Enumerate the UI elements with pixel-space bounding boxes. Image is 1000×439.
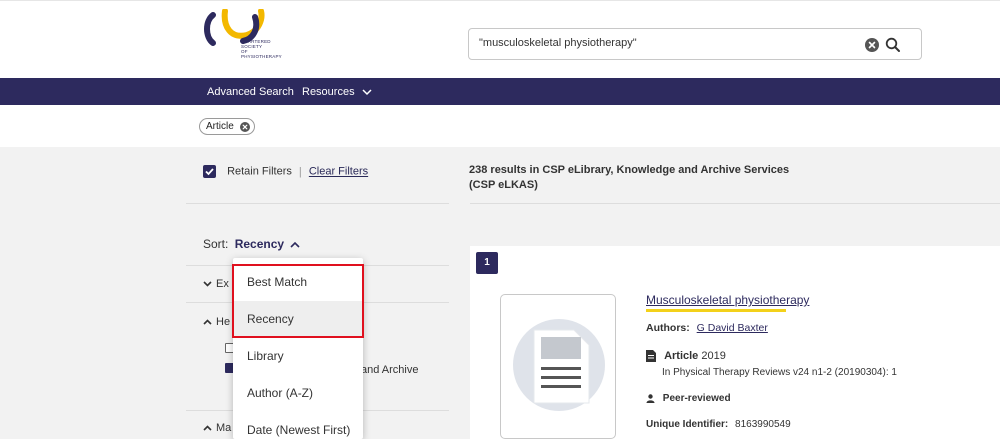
uid-value: 8163990549: [735, 419, 791, 430]
csp-logo[interactable]: CHARTERED SOCIETY OF PHYSIOTHERAPY: [203, 8, 313, 75]
retain-filters-checkbox[interactable]: [203, 165, 216, 178]
facet-header[interactable]: Ma: [203, 422, 231, 434]
divider: [470, 203, 1000, 204]
nav-advanced-search[interactable]: Advanced Search: [207, 86, 294, 98]
chevron-up-icon: [203, 319, 212, 325]
site-header: CHARTERED SOCIETY OF PHYSIOTHERAPY: [0, 0, 1000, 78]
retain-filters-label: Retain Filters: [227, 165, 292, 178]
chevron-up-icon: [203, 425, 212, 431]
chevron-down-icon: [362, 89, 372, 96]
document-icon: [513, 319, 605, 411]
divider: [186, 203, 449, 204]
check-icon: [205, 168, 214, 176]
sort-value: Recency: [234, 237, 285, 251]
user-icon: [646, 394, 655, 403]
result-type-label: Article: [664, 350, 699, 362]
facet-header[interactable]: Ex: [203, 278, 229, 290]
sort-option-best-match[interactable]: Best Match: [233, 264, 363, 301]
sort-option-author[interactable]: Author (A-Z): [233, 375, 363, 412]
peer-reviewed-label: Peer-reviewed: [662, 393, 731, 404]
search-icon[interactable]: [885, 37, 901, 53]
result-title-link[interactable]: Musculoskeletal physiotherapy: [646, 293, 809, 307]
author-link[interactable]: G David Baxter: [697, 322, 768, 334]
search-input[interactable]: [479, 37, 839, 49]
facet-label: He: [216, 316, 231, 328]
sort-control[interactable]: Sort: Recency: [203, 237, 300, 251]
facet-option-label: and Archive: [361, 364, 419, 376]
result-type: Article 2019: [646, 350, 726, 363]
title-highlight: [646, 309, 786, 312]
sort-dropdown: Best Match Recency Library Author (A-Z) …: [233, 258, 363, 439]
unique-identifier: Unique Identifier: 8163990549: [646, 419, 791, 430]
sort-option-library[interactable]: Library: [233, 338, 363, 375]
clear-filters-link[interactable]: Clear Filters: [309, 166, 368, 178]
logo-wordmark: CHARTERED SOCIETY OF PHYSIOTHERAPY: [241, 39, 282, 59]
nav-resources[interactable]: Resources: [302, 86, 372, 98]
sort-option-date-newest[interactable]: Date (Newest First): [233, 412, 363, 439]
retain-filters-row: Retain Filters | Clear Filters: [203, 165, 368, 178]
result-card: 1 Musculoskeletal physiotherapy Authors:…: [470, 246, 1000, 439]
nav-resources-label: Resources: [302, 86, 355, 98]
sort-label: Sort:: [203, 237, 229, 251]
search-box: [468, 28, 922, 60]
clear-search-icon[interactable]: [865, 38, 879, 52]
article-icon: [646, 350, 656, 363]
result-index: 1: [476, 252, 498, 274]
sort-option-recency[interactable]: Recency: [233, 301, 363, 338]
authors-label: Authors:: [646, 322, 690, 334]
filter-chip-article[interactable]: Article: [199, 118, 255, 135]
chevron-up-icon: [290, 241, 300, 248]
result-thumbnail[interactable]: [500, 294, 616, 439]
result-authors: Authors: G David Baxter: [646, 322, 768, 334]
chevron-down-icon: [203, 281, 212, 287]
uid-label: Unique Identifier:: [646, 419, 729, 430]
logo-line: PHYSIOTHERAPY: [241, 54, 282, 59]
remove-filter-icon[interactable]: [239, 122, 250, 132]
filter-chip-label: Article: [206, 121, 234, 132]
main-nav: Advanced Search Resources: [0, 78, 1000, 105]
result-year: 2019: [701, 350, 726, 362]
peer-reviewed-badge: Peer-reviewed: [646, 393, 731, 404]
facet-header[interactable]: He: [203, 316, 230, 328]
active-filters-row: Article: [0, 105, 1000, 147]
result-source: In Physical Therapy Reviews v24 n1-2 (20…: [662, 367, 897, 378]
results-count: 238 results in CSP eLibrary, Knowledge a…: [469, 164, 790, 191]
facet-label: Ma: [216, 422, 232, 434]
facet-label: Ex: [216, 278, 229, 290]
separator: |: [298, 165, 302, 178]
